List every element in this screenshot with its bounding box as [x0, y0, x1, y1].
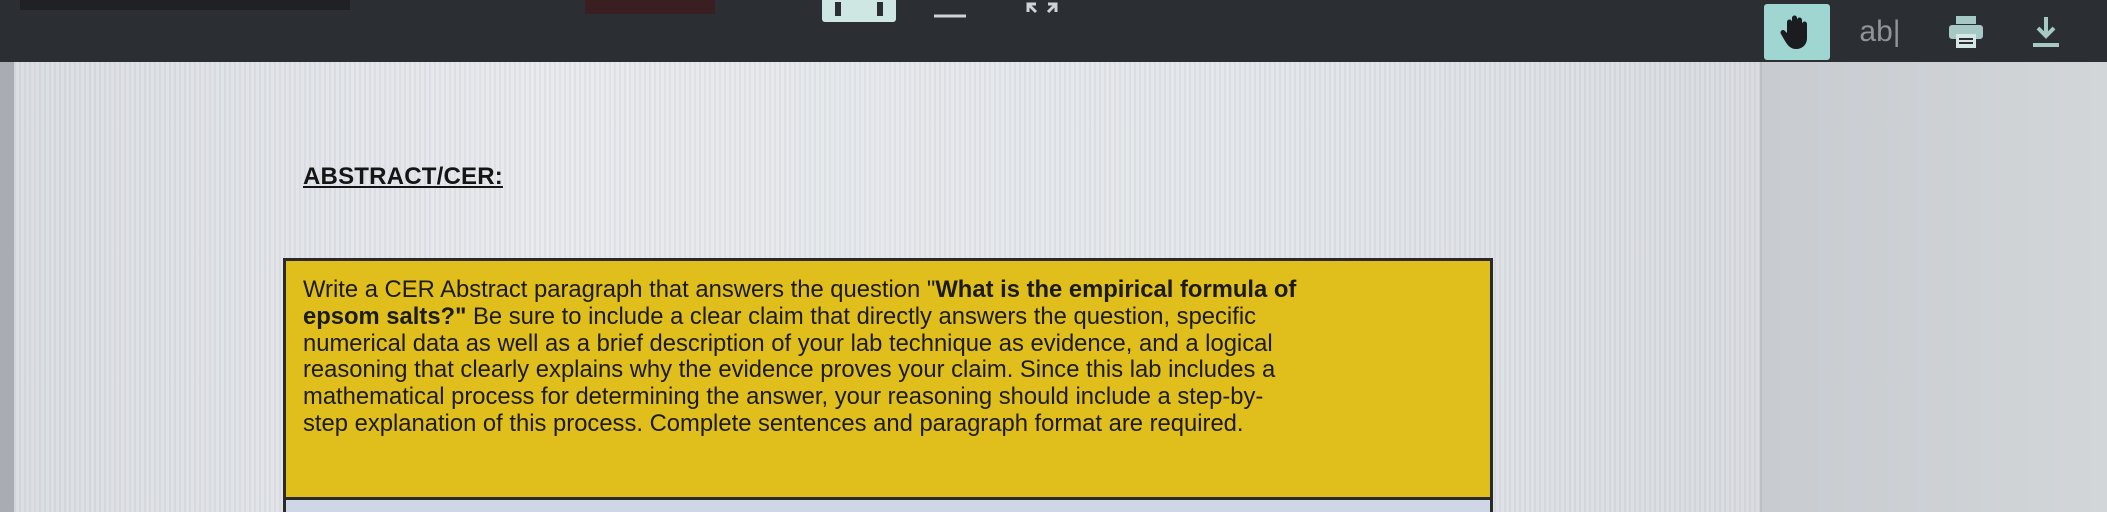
toolbar-segment	[585, 0, 715, 14]
response-area[interactable]	[283, 500, 1493, 512]
side-pane	[1760, 62, 2107, 512]
instruction-line: reasoning that clearly explains why the …	[303, 356, 1276, 384]
hand-icon[interactable]	[1764, 4, 1830, 60]
instruction-box: Write a CER Abstract paragraph that answ…	[283, 258, 1493, 500]
download-icon[interactable]	[2020, 8, 2072, 56]
print-icon[interactable]	[1940, 8, 1992, 56]
text-select-icon[interactable]: ab|	[1850, 10, 1910, 54]
section-heading: ABSTRACT/CER:	[303, 163, 503, 190]
instruction-line: Write a CER Abstract paragraph that answ…	[303, 276, 1297, 303]
zoom-icon[interactable]	[920, 0, 980, 24]
instruction-line: numerical data as well as a brief descri…	[303, 329, 1273, 357]
instruction-line: mathematical process for determining the…	[303, 383, 1264, 411]
toolbar-segment	[20, 0, 350, 10]
expand-icon[interactable]	[1012, 0, 1072, 24]
left-margin	[0, 10, 14, 512]
instruction-line: epsom salts?" Be sure to include a clear…	[303, 302, 1257, 330]
view-mode-icon[interactable]	[822, 0, 896, 22]
pdf-toolbar: ab|	[0, 0, 2107, 62]
text-tool-label: ab|	[1859, 15, 1901, 48]
instruction-line: step explanation of this process. Comple…	[303, 409, 1244, 437]
